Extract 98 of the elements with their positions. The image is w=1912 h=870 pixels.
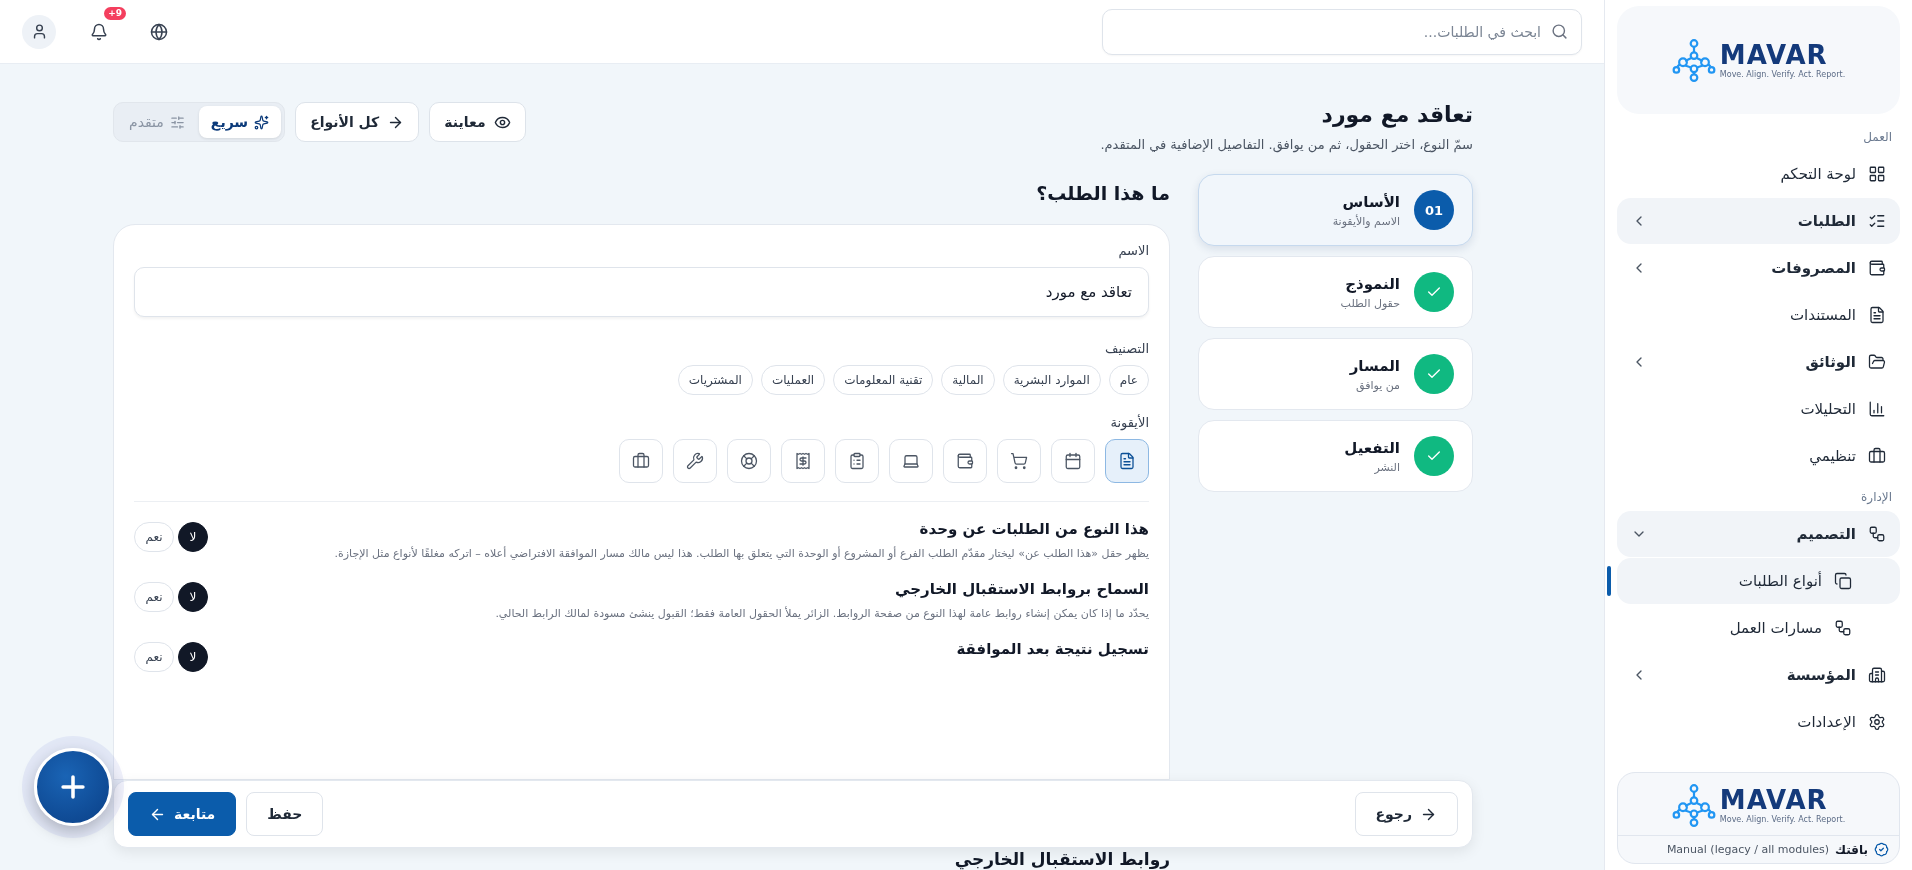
profile-button[interactable] [22, 14, 56, 49]
category-chip[interactable]: المشتريات [677, 365, 753, 395]
step-subtitle: الاسم والأيقونة [1332, 214, 1400, 228]
category-chip[interactable]: الموارد البشرية [1002, 365, 1101, 395]
toggle-option[interactable]: لا [178, 641, 208, 672]
wrench-icon [686, 452, 704, 470]
wallet-icon [956, 452, 974, 470]
grid-icon [1868, 165, 1886, 183]
receipt-icon [794, 452, 812, 470]
search-field[interactable]: ابحث في الطلبات... [1102, 8, 1582, 55]
logo-tagline: Move. Align. Verify. Act. Report. [1719, 815, 1846, 824]
back-button[interactable]: رجوع [1354, 792, 1458, 836]
category-chip[interactable]: تقنية المعلومات [833, 365, 934, 395]
save-button[interactable]: حفظ [246, 792, 324, 836]
setting-description: يظهر حقل «هذا الطلب عن» ليختار مقدّم الطلب الفرع أو المشروع أو الوحدة التي يتعلق بها الطلب. هذا ليس مالك مسار الموافقة الافتراضي أعلاه – اتركه مغلقًا لأنواع مثل الإجازة. [333, 545, 1149, 562]
step-title: النموذج [1344, 274, 1400, 293]
wallet-icon [1868, 259, 1886, 277]
sidebar-item[interactable]: مسارات العمل [1617, 605, 1900, 651]
section-heading: العمل [1862, 129, 1893, 146]
selection-indicator [1607, 566, 1611, 596]
sidebar-item[interactable]: الطلبات [1617, 198, 1900, 244]
step-card[interactable]: النموذج حقول الطلب [1198, 256, 1473, 328]
sidebar-item[interactable]: التصميم [1617, 511, 1900, 557]
clipboard-icon [848, 452, 866, 470]
field-label: التصنيف [1103, 341, 1149, 356]
all-types-button[interactable]: كل الأنواع [295, 102, 420, 142]
step-card[interactable]: التفعيل النشر [1198, 420, 1473, 492]
logo-tagline: Move. Align. Verify. Act. Report. [1719, 70, 1846, 79]
notification-count: +9 [104, 6, 126, 20]
laptop-icon [902, 452, 920, 470]
toggle-option[interactable]: لا [178, 581, 208, 612]
name-input[interactable]: تعاقد مع مورد [134, 267, 1149, 317]
briefcase-icon [632, 452, 650, 470]
checklist-icon [1868, 212, 1886, 230]
step-subtitle: حقول الطلب [1340, 296, 1400, 310]
lifebuoy-icon [740, 452, 758, 470]
add-button[interactable] [34, 748, 112, 826]
section-heading: الإدارة [1860, 489, 1893, 506]
building-icon [1868, 666, 1886, 684]
settings-icon [1868, 713, 1886, 731]
sidebar-item[interactable]: المستندات [1617, 292, 1900, 338]
briefcase-icon [1868, 447, 1886, 465]
preview-button[interactable]: معاينة [429, 102, 526, 142]
document-icon [1118, 452, 1136, 470]
copy-icon [1834, 572, 1852, 590]
setting-title: تسجيل نتيجة بعد الموافقة [955, 639, 1149, 658]
logo-wordmark: MAVAR [1719, 41, 1829, 68]
logo-icon [1671, 783, 1716, 827]
nodes-icon [1868, 525, 1886, 543]
document-icon [1868, 306, 1886, 324]
calendar-icon [1064, 452, 1082, 470]
bell-icon [90, 22, 108, 41]
page-subtitle: سمّ النوع، اختر الحقول، ثم من يوافق. التفاصيل الإضافية في المتقدم. [1100, 137, 1473, 152]
sliders-icon [169, 114, 185, 130]
category-chip[interactable]: المالية [941, 365, 995, 395]
step-card[interactable]: المسار من يوافق [1198, 338, 1473, 410]
field-label: الأيقونة [1109, 415, 1149, 430]
section-title: روابط الاستقبال الخارجي [953, 848, 1170, 870]
sidebar-item[interactable]: الإعدادات [1617, 699, 1900, 745]
sidebar-item[interactable]: تنظيمي [1617, 433, 1900, 479]
page-title: تعاقد مع مورد [1320, 102, 1473, 127]
sparkles-icon [254, 114, 270, 130]
toggle-option[interactable]: نعم [134, 581, 174, 612]
setting-title: هذا النوع من الطلبات عن وحدة [918, 520, 1149, 538]
step-subtitle: النشر [1373, 460, 1400, 474]
plan-value: Manual (legacy / all modules) [1666, 843, 1830, 856]
toggle-option[interactable]: نعم [134, 522, 174, 552]
plan-label: باقتك [1835, 842, 1868, 857]
setting-title: السماح بروابط الاستقبال الخارجي [894, 579, 1149, 598]
step-number: 01 [1424, 202, 1444, 218]
bar-chart-icon [1868, 400, 1886, 418]
category-chip[interactable]: عام [1108, 365, 1149, 395]
mode-tab[interactable]: سريع [198, 106, 282, 138]
nodes-icon [1834, 619, 1852, 637]
step-title: التفعيل [1344, 438, 1400, 457]
badge-check-icon [1874, 842, 1889, 857]
globe-icon [150, 22, 168, 41]
icon-option[interactable] [1105, 439, 1149, 483]
toggle-option[interactable]: نعم [134, 641, 174, 672]
section-title: ما هذا الطلب؟ [1035, 182, 1170, 204]
sidebar-item[interactable]: المؤسسة [1617, 652, 1900, 698]
toggle-option[interactable]: لا [178, 522, 208, 552]
setting-description: يحدّد ما إذا كان يمكن إنشاء روابط عامة لهذا النوع من صفحة الروابط. الزائر يملأ الحقول العامة فقط؛ القبول ينشئ مسودة لمالك الرابط الحالي. [494, 605, 1149, 622]
sidebar-item[interactable]: لوحة التحكم [1617, 151, 1900, 197]
step-title: الأساس [1341, 192, 1400, 211]
cart-icon [1010, 452, 1028, 470]
field-label: الاسم [1117, 243, 1149, 258]
sidebar-item[interactable]: التحليلات [1617, 386, 1900, 432]
step-subtitle: من يوافق [1355, 378, 1400, 392]
step-title: المسار [1349, 356, 1400, 375]
logo-wordmark: MAVAR [1719, 786, 1829, 813]
sidebar-item[interactable]: الوثائق [1617, 339, 1900, 385]
folder-icon [1868, 353, 1886, 371]
search-icon [1551, 22, 1568, 40]
sidebar-item[interactable]: المصروفات [1617, 245, 1900, 291]
logo-icon [1671, 38, 1716, 82]
category-chip[interactable]: العمليات [760, 365, 826, 395]
continue-button[interactable]: متابعة [128, 792, 237, 836]
